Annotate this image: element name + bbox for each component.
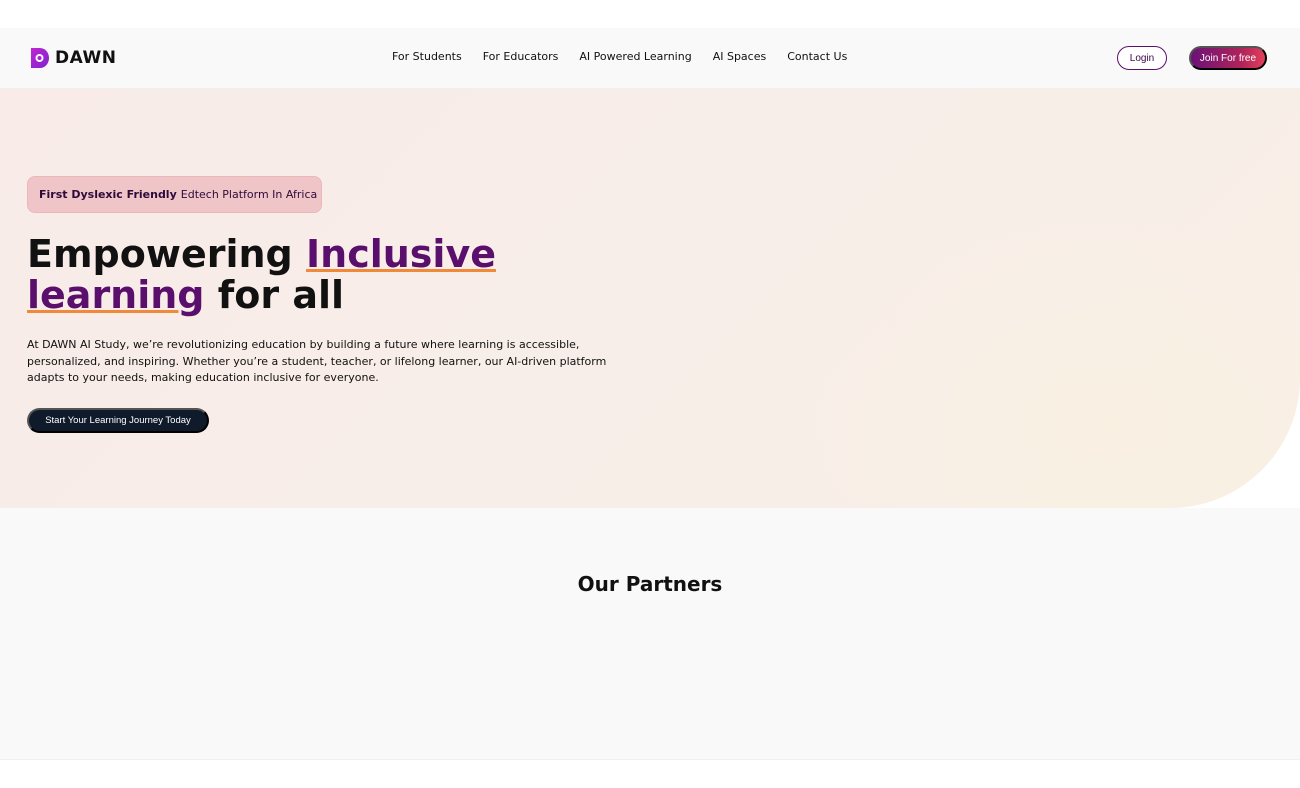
hero-badge: First Dyslexic Friendly Edtech Platform … xyxy=(27,176,322,213)
hero-section: First Dyslexic Friendly Edtech Platform … xyxy=(0,89,1300,508)
nav-link-ai-spaces[interactable]: AI Spaces xyxy=(713,50,767,63)
top-spacer xyxy=(0,0,1300,28)
nav-link-for-educators[interactable]: For Educators xyxy=(483,50,559,63)
headline-part2: for all xyxy=(204,273,345,317)
bottom-spacer xyxy=(0,759,1300,788)
navbar: DAWN For Students For Educators AI Power… xyxy=(0,28,1300,89)
headline-highlight-learning: learning xyxy=(27,273,205,317)
login-button[interactable]: Login xyxy=(1117,46,1167,70)
badge-strong-text: First Dyslexic Friendly xyxy=(39,188,177,201)
nav-link-contact-us[interactable]: Contact Us xyxy=(787,50,847,63)
hero-description: At DAWN AI Study, we’re revolutionizing … xyxy=(27,338,607,384)
partners-section: Our Partners xyxy=(0,508,1300,759)
partners-title: Our Partners xyxy=(577,572,723,596)
main-nav: For Students For Educators AI Powered Le… xyxy=(392,50,868,63)
headline-highlight-inclusive: Inclusive xyxy=(306,232,496,276)
start-learning-journey-button[interactable]: Start Your Learning Journey Today xyxy=(27,408,209,433)
logo-text: DAWN xyxy=(55,48,117,68)
badge-rest-text: Edtech Platform In Africa xyxy=(180,188,318,201)
nav-link-ai-powered-learning[interactable]: AI Powered Learning xyxy=(579,50,691,63)
logo[interactable]: DAWN xyxy=(31,48,116,68)
hero-background-glow xyxy=(800,209,1300,508)
nav-link-for-students[interactable]: For Students xyxy=(392,50,462,63)
hero-headline: Empowering Inclusive learning for all xyxy=(27,234,667,316)
join-for-free-button[interactable]: Join For free xyxy=(1189,46,1267,70)
dawn-d-logo-icon xyxy=(31,48,49,68)
headline-part1: Empowering xyxy=(27,232,306,276)
